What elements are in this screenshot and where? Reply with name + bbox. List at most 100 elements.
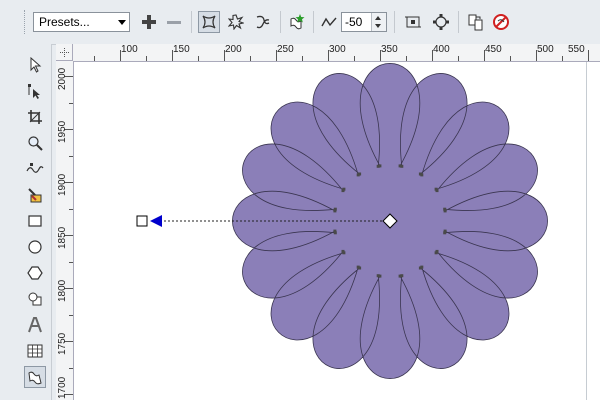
distortion-end-handle[interactable] (136, 215, 148, 227)
ruler-label: 300 (329, 44, 346, 55)
ruler-origin-icon (60, 48, 69, 57)
copy-properties-icon (468, 14, 483, 31)
toolbox (0, 44, 52, 400)
ruler-label: 500 (537, 44, 554, 55)
twister-distortion-button[interactable] (252, 11, 274, 33)
node-handle[interactable] (358, 172, 362, 176)
node-handle[interactable] (333, 229, 337, 233)
center-distortion-button[interactable] (402, 11, 424, 33)
vertical-ruler[interactable]: 2000 1950 1900 1850 1800 1750 1700 (56, 61, 74, 400)
twister-icon (256, 15, 270, 29)
spin-down-icon[interactable] (375, 24, 381, 28)
table-tool-icon (27, 344, 43, 358)
clear-distortion-icon (493, 14, 509, 30)
node-handle[interactable] (333, 207, 337, 211)
node-handle[interactable] (418, 266, 422, 270)
ruler-label: 550 (568, 44, 585, 55)
pick-tool[interactable] (24, 54, 46, 76)
pick-tool-icon (30, 57, 42, 73)
ruler-label: 400 (433, 44, 450, 55)
distort-tool-icon (28, 371, 42, 385)
rectangle-tool[interactable] (24, 210, 46, 232)
push-pull-distortion-button[interactable] (198, 11, 220, 33)
node-handle[interactable] (376, 274, 380, 278)
remove-preset-button[interactable] (164, 12, 184, 32)
node-handle[interactable] (398, 274, 402, 278)
zoom-tool-icon (28, 136, 43, 151)
table-tool[interactable] (24, 340, 46, 362)
ruler-label: 100 (121, 44, 138, 55)
node-handle[interactable] (342, 187, 346, 191)
ruler-label: 450 (485, 44, 502, 55)
convert-to-curves-button[interactable] (430, 11, 452, 33)
ruler-label: 1700 (57, 376, 68, 399)
convert-curves-icon (433, 14, 449, 30)
basic-shapes-tool[interactable] (24, 288, 46, 310)
text-tool[interactable] (24, 314, 46, 336)
page-border (586, 62, 587, 400)
ruler-label: 1950 (57, 120, 68, 143)
rectangle-tool-icon (28, 215, 42, 227)
polygon-tool-icon (27, 266, 43, 280)
amplitude-icon-wrap (318, 11, 340, 33)
spinbox-arrows[interactable] (371, 13, 386, 31)
copy-distortion-button[interactable] (465, 11, 487, 33)
ruler-label: 1800 (57, 279, 68, 302)
push-pull-icon (202, 15, 216, 29)
ellipse-tool[interactable] (24, 236, 46, 258)
chevron-down-icon (118, 20, 126, 25)
presets-dropdown[interactable]: Presets... (33, 12, 130, 32)
toolbar-grip[interactable] (24, 10, 28, 34)
horizontal-ruler[interactable]: 100 150 200 250 300 350 400 450 500 550 (56, 44, 600, 62)
property-bar: Presets... -50 (0, 0, 600, 45)
shape-tool-icon (28, 84, 40, 99)
zipper-distortion-button[interactable] (225, 11, 247, 33)
crop-tool-icon (28, 110, 42, 124)
node-handle[interactable] (434, 251, 438, 255)
text-tool-icon (28, 317, 42, 333)
amplitude-spinbox[interactable]: -50 (341, 12, 387, 32)
add-distortion-icon (290, 14, 305, 30)
polygon-tool[interactable] (24, 262, 46, 284)
ruler-origin[interactable] (56, 44, 73, 61)
node-handle[interactable] (400, 164, 404, 168)
node-handle[interactable] (376, 164, 380, 168)
node-handle[interactable] (356, 265, 360, 269)
shape-tool[interactable] (24, 80, 46, 102)
ruler-label: 200 (225, 44, 242, 55)
distorted-flower-shape[interactable] (74, 62, 600, 400)
ruler-label: 150 (173, 44, 190, 55)
ruler-label: 1900 (57, 173, 68, 196)
smart-fill-tool-icon (28, 188, 42, 203)
basic-shapes-tool-icon (28, 292, 42, 306)
node-handle[interactable] (443, 231, 447, 235)
presets-dropdown-label: Presets... (39, 15, 90, 29)
node-handle[interactable] (341, 249, 345, 253)
add-new-distortion-button[interactable] (286, 11, 308, 33)
plus-icon (142, 15, 156, 29)
minus-icon (167, 21, 181, 24)
freehand-tool[interactable] (24, 158, 46, 180)
distort-tool[interactable] (24, 366, 46, 388)
node-handle[interactable] (435, 189, 439, 193)
amplitude-value: -50 (345, 15, 363, 29)
crop-tool[interactable] (24, 106, 46, 128)
ruler-label: 2000 (57, 67, 68, 90)
node-handle[interactable] (420, 173, 424, 177)
ruler-label: 350 (381, 44, 398, 55)
distortion-amplitude-arrow[interactable] (150, 215, 162, 227)
amplitude-icon (321, 17, 337, 27)
center-distortion-icon (405, 16, 421, 28)
add-preset-button[interactable] (139, 12, 159, 32)
ruler-label: 1750 (57, 332, 68, 355)
zipper-icon (228, 14, 244, 30)
freehand-tool-icon (26, 163, 44, 173)
zoom-tool[interactable] (24, 132, 46, 154)
smart-fill-tool[interactable] (24, 184, 46, 206)
clear-distortion-button[interactable] (490, 11, 512, 33)
drawing-canvas[interactable] (74, 62, 600, 400)
spin-up-icon[interactable] (375, 16, 381, 20)
ruler-label: 250 (277, 44, 294, 55)
ellipse-tool-icon (28, 240, 42, 254)
node-handle[interactable] (443, 209, 447, 213)
